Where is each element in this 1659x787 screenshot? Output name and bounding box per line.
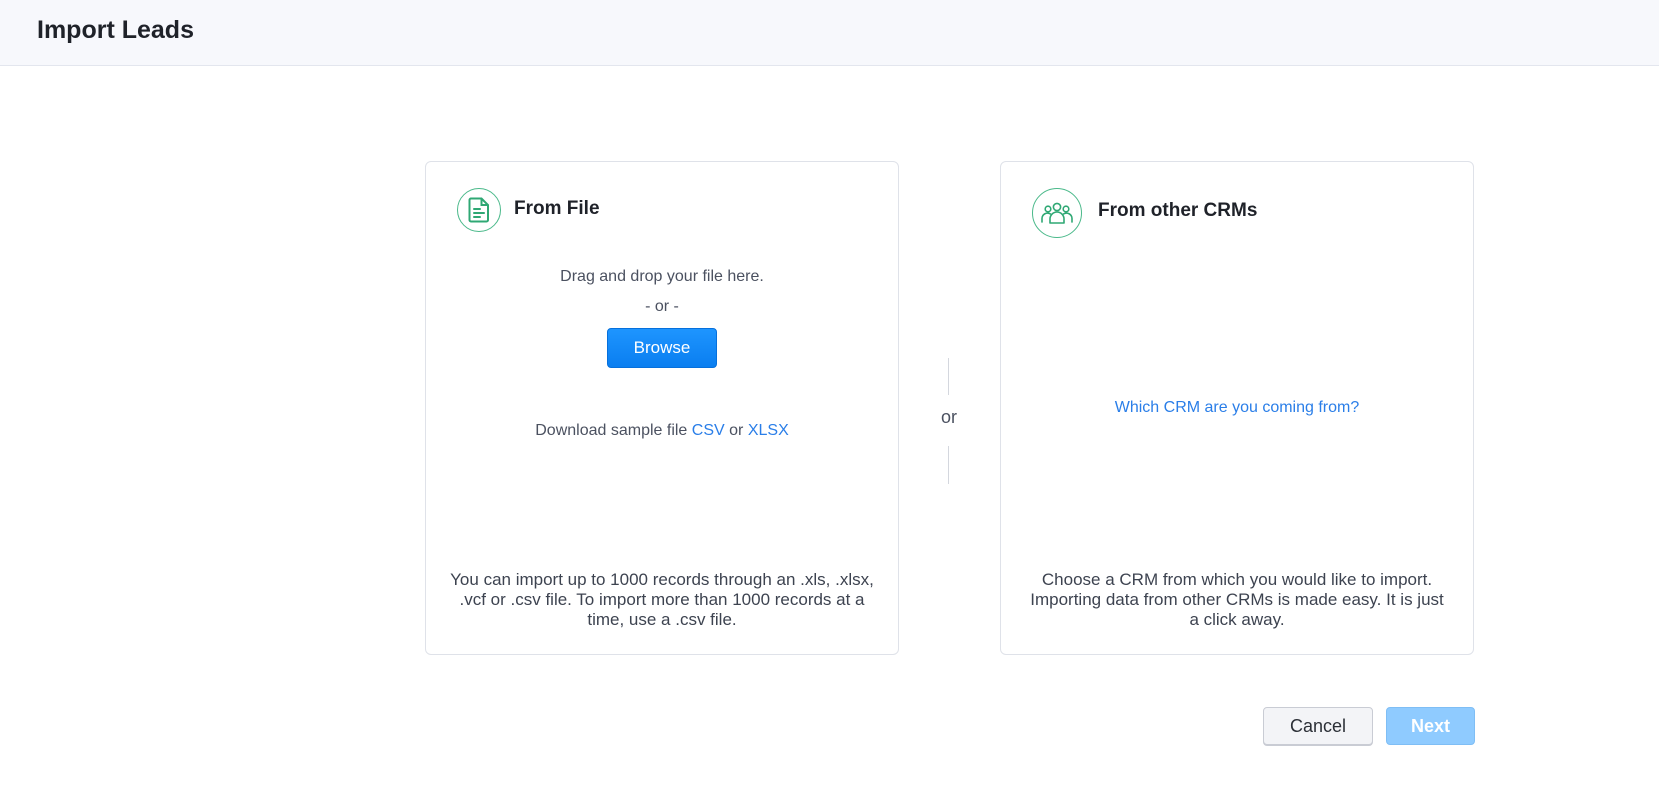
from-crm-note: Choose a CRM from which you would like t… xyxy=(1030,570,1444,629)
download-sample-line: Download sample file CSV or XLSX xyxy=(426,422,898,440)
cancel-button[interactable]: Cancel xyxy=(1263,707,1373,745)
from-crm-title: From other CRMs xyxy=(1098,200,1258,221)
or-separator: - or - xyxy=(645,298,679,315)
csv-sample-link[interactable]: CSV xyxy=(692,422,725,439)
next-button[interactable]: Next xyxy=(1386,707,1475,745)
page-title: Import Leads xyxy=(37,16,194,44)
which-crm-link[interactable]: Which CRM are you coming from? xyxy=(1001,399,1473,417)
xlsx-sample-link[interactable]: XLSX xyxy=(748,422,789,439)
browse-button[interactable]: Browse xyxy=(607,328,717,368)
divider-or: or xyxy=(940,407,957,427)
page-header: Import Leads xyxy=(0,0,1659,66)
from-file-title: From File xyxy=(514,198,600,219)
divider-line-bottom xyxy=(948,446,949,484)
from-file-card[interactable]: From File Drag and drop your file here. … xyxy=(425,161,899,655)
users-group-icon xyxy=(1032,188,1082,238)
divider-line-top xyxy=(948,358,949,395)
file-icon xyxy=(457,188,501,232)
from-crm-card[interactable]: From other CRMs Which CRM are you coming… xyxy=(1000,161,1474,655)
download-sample-label: Download sample file xyxy=(535,422,688,439)
drag-drop-text: Drag and drop your file here. xyxy=(560,268,764,285)
from-file-note: You can import up to 1000 records throug… xyxy=(450,570,874,629)
download-or-word: or xyxy=(729,422,744,439)
